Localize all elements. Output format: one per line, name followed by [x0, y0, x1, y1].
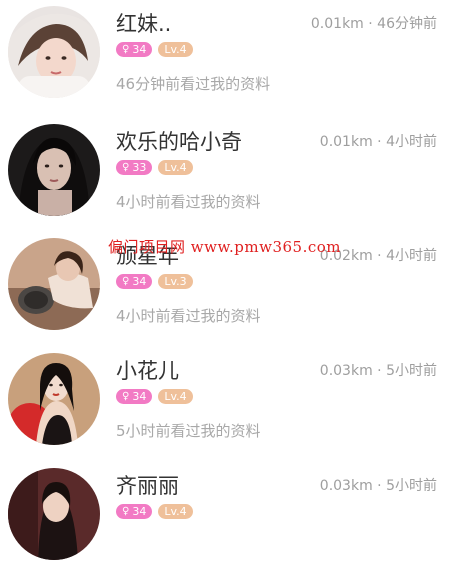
avatar[interactable] [8, 238, 100, 330]
avatar[interactable] [8, 124, 100, 216]
activity-text: 4小时前看过我的资料 [116, 193, 261, 211]
female-icon: ♀ [122, 391, 130, 402]
age: 34 [132, 505, 147, 518]
age: 34 [132, 390, 147, 403]
user-name: 欢乐的哈小奇 [116, 130, 242, 154]
distance-time: 0.03km · 5小时前 [320, 360, 437, 380]
list-item[interactable]: 小花儿 0.03km · 5小时前 ♀ 34 Lv.4 5小时前看过我的资料 [0, 347, 449, 462]
activity-text: 46分钟前看过我的资料 [116, 75, 271, 93]
list-item[interactable]: 齐丽丽 0.03km · 5小时前 ♀ 34 Lv.4 [0, 462, 449, 577]
separator: · [372, 363, 387, 379]
age: 33 [132, 161, 147, 174]
user-name: 小花儿 [116, 359, 179, 383]
distance: 0.03km [319, 478, 373, 494]
separator: · [363, 16, 378, 32]
list-item[interactable]: 欢乐的哈小奇 0.01km · 4小时前 ♀ 33 Lv.4 4小时前看过我的资料 [0, 118, 449, 233]
badge-group: ♀ 34 Lv.3 [116, 274, 193, 289]
female-icon: ♀ [122, 162, 130, 173]
last-seen: 4小时前 [386, 134, 437, 150]
avatar[interactable] [8, 6, 100, 98]
user-name: 红妹.. [116, 12, 172, 36]
last-seen: 5小时前 [386, 363, 437, 379]
badge-group: ♀ 34 Lv.4 [116, 42, 193, 57]
level-badge: Lv.4 [158, 389, 193, 404]
badge-group: ♀ 33 Lv.4 [116, 160, 193, 175]
age: 34 [132, 275, 147, 288]
last-seen: 5小时前 [386, 478, 437, 494]
female-icon: ♀ [122, 276, 130, 287]
distance: 0.01km [310, 16, 364, 32]
separator: · [372, 134, 387, 150]
activity-text: 4小时前看过我的资料 [116, 307, 261, 325]
watermark-text: 偏门项目网 www.pmw365.com [108, 238, 341, 256]
user-name: 齐丽丽 [116, 474, 179, 498]
distance: 0.01km [319, 134, 373, 150]
female-icon: ♀ [122, 44, 130, 55]
badge-group: ♀ 34 Lv.4 [116, 389, 193, 404]
last-seen: 46分钟前 [377, 16, 437, 32]
age-badge: ♀ 34 [116, 504, 153, 519]
distance-time: 0.03km · 5小时前 [320, 475, 437, 495]
female-icon: ♀ [122, 506, 130, 517]
distance: 0.03km [319, 363, 373, 379]
age: 34 [132, 43, 147, 56]
age-badge: ♀ 33 [116, 160, 153, 175]
last-seen: 4小时前 [386, 248, 437, 264]
level-badge: Lv.4 [158, 160, 193, 175]
age-badge: ♀ 34 [116, 389, 153, 404]
separator: · [372, 248, 387, 264]
avatar[interactable] [8, 468, 100, 560]
distance-time: 0.01km · 46分钟前 [311, 13, 437, 33]
age-badge: ♀ 34 [116, 42, 153, 57]
separator: · [372, 478, 387, 494]
level-badge: Lv.4 [158, 504, 193, 519]
level-badge: Lv.4 [158, 42, 193, 57]
age-badge: ♀ 34 [116, 274, 153, 289]
avatar[interactable] [8, 353, 100, 445]
badge-group: ♀ 34 Lv.4 [116, 504, 193, 519]
activity-text: 5小时前看过我的资料 [116, 422, 261, 440]
distance-time: 0.01km · 4小时前 [320, 131, 437, 151]
list-item[interactable]: 红妹.. 0.01km · 46分钟前 ♀ 34 Lv.4 46分钟前看过我的资料 [0, 0, 449, 115]
level-badge: Lv.3 [158, 274, 193, 289]
